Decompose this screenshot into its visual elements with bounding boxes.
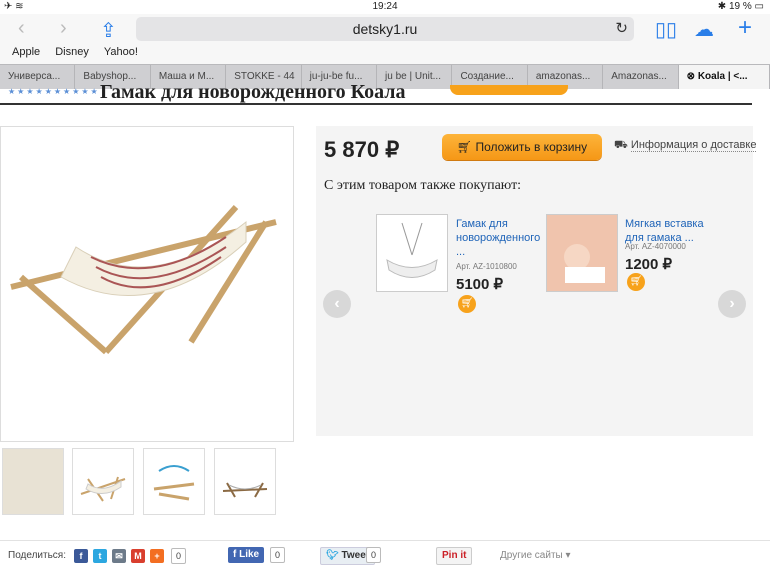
new-tab-icon[interactable]: + — [738, 14, 752, 42]
bookmark-yahoo[interactable]: Yahoo! — [104, 46, 138, 58]
carousel-prev-button[interactable]: ‹ — [323, 290, 351, 318]
recommendation-sku-2: Арт. AZ-4070000 — [625, 242, 686, 251]
tweet-count: 0 — [366, 547, 382, 563]
twitter-bird-icon: 🐦︎ — [326, 550, 342, 561]
email-icon[interactable]: ✉ — [112, 549, 126, 563]
clock: 19:24 — [372, 1, 398, 12]
truck-icon: ⛟ — [614, 139, 631, 151]
url-text: detsky1.ru — [352, 21, 418, 37]
recommendation-name-1[interactable]: Гамак для новорожденного... — [456, 217, 540, 259]
web-page: ★★★★★★★★★★ Гамак для новорожденного Коал… — [0, 81, 770, 578]
reload-icon[interactable]: ↻ — [615, 17, 628, 41]
recommendation-name-2[interactable]: Мягкая вставка для гамака ... — [625, 217, 705, 245]
battery-indicator: ✱ 19 % ▭ — [717, 1, 764, 12]
product-price: 5 870 ₽ — [324, 137, 400, 162]
close-tab-icon[interactable]: ⊗ — [687, 71, 698, 82]
cart-icon: 🛒︎ — [456, 140, 476, 154]
address-bar[interactable]: detsky1.ru ↻ — [136, 17, 634, 41]
title-badge — [450, 85, 568, 95]
pinterest-button[interactable]: Pin it — [436, 547, 473, 565]
carousel-next-button[interactable]: › — [718, 290, 746, 318]
title-divider — [0, 103, 752, 105]
delivery-info-link[interactable]: ⛟ Информация о доставке — [614, 139, 757, 153]
thumbnail-3[interactable] — [143, 448, 205, 515]
facebook-icon[interactable]: f — [74, 549, 88, 563]
share-label: Поделиться: — [8, 550, 66, 561]
buy-box: 5 870 ₽ 🛒︎ Положить в корзину ⛟ Информац… — [316, 126, 757, 436]
thumbnail-1[interactable] — [2, 448, 64, 515]
also-bought-heading: С этим товаром также покупают: — [324, 178, 522, 193]
recommendation-image-2[interactable] — [546, 214, 618, 292]
bookmark-disney[interactable]: Disney — [55, 46, 89, 58]
recommendation-sku-1: Арт. AZ-1010800 — [456, 262, 517, 271]
tab-9[interactable]: Amazonas... — [603, 65, 679, 89]
back-icon[interactable]: ‹ — [18, 17, 25, 40]
bookmarks-bar: Apple Disney Yahoo! — [0, 46, 770, 64]
tab-active[interactable]: ⊗ Koala | <... — [678, 65, 770, 89]
more-share-icon[interactable]: + — [150, 549, 164, 563]
rating-stars: ★★★★★★★★★★ — [8, 87, 100, 96]
product-title: Гамак для новорожденного Коала — [100, 81, 406, 103]
share-bar: Поделиться: f t ✉ M + 0 f Like 0 🐦︎ Twee… — [0, 540, 770, 571]
twitter-icon[interactable]: t — [93, 549, 107, 563]
recommendation-cart-icon-2[interactable]: 🛒︎ — [627, 273, 645, 291]
recommendation-price-2: 1200 ₽ — [625, 256, 673, 273]
recommendation-price-1: 5100 ₽ — [456, 276, 504, 293]
share-count: 0 — [171, 548, 187, 564]
hammock-image — [10, 204, 277, 355]
dropdown-icon: ▾ — [565, 550, 571, 561]
other-sites-dropdown[interactable]: Другие сайты ▾ — [500, 550, 571, 561]
tab-1[interactable]: Универса... — [0, 65, 76, 89]
status-bar: ✈ ︎≋ 19:24 ✱ 19 % ▭ — [0, 0, 770, 14]
like-count: 0 — [270, 547, 286, 563]
recommendation-image-1[interactable] — [376, 214, 448, 292]
browser-toolbar: ‹ › ⇪ detsky1.ru ↻ ▯▯ ☁ + — [0, 14, 770, 46]
product-main-image[interactable] — [0, 126, 294, 442]
thumbnail-2[interactable] — [72, 448, 134, 515]
bookmark-apple[interactable]: Apple — [12, 46, 40, 58]
icloud-tabs-icon[interactable]: ☁ — [694, 17, 714, 42]
share-icon[interactable]: ⇪ — [100, 18, 117, 43]
recommendation-cart-icon-1[interactable]: 🛒︎ — [458, 295, 476, 313]
gmail-icon[interactable]: M — [131, 549, 145, 563]
facebook-like-button[interactable]: f Like — [228, 547, 265, 563]
bookmarks-icon[interactable]: ▯▯ — [655, 17, 677, 42]
forward-icon[interactable]: › — [60, 17, 67, 40]
thumbnail-4[interactable] — [214, 448, 276, 515]
add-to-cart-button[interactable]: 🛒︎ Положить в корзину — [442, 134, 602, 160]
